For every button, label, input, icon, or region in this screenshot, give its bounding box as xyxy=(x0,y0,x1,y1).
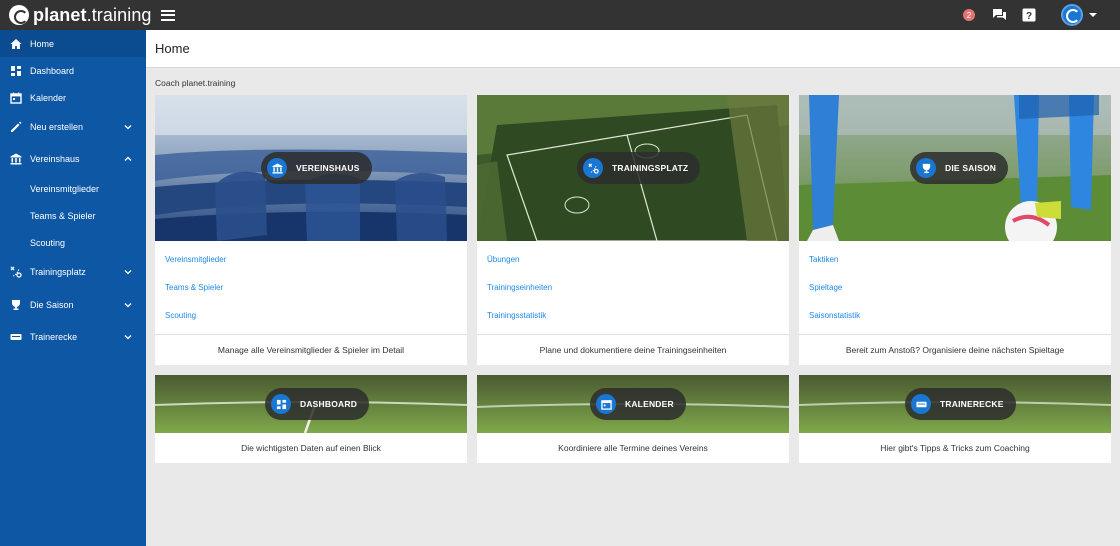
sidebar-item-label: Vereinshaus xyxy=(30,154,80,164)
card-title: TRAINERECKE xyxy=(940,399,1004,409)
brand[interactable]: planet.training xyxy=(9,5,152,26)
sidebar-item-label: Teams & Spieler xyxy=(30,210,96,221)
card-description: Die wichtigsten Daten auf einen Blick xyxy=(241,443,381,453)
help-icon[interactable]: ? xyxy=(1021,7,1037,23)
link-scouting[interactable]: Scouting xyxy=(165,311,196,320)
card-description: Plane und dokumentiere deine Trainingsei… xyxy=(477,334,789,365)
card-trainingsplatz: TRAININGSPLATZ Übungen Trainingseinheite… xyxy=(477,95,789,365)
card-description: Bereit zum Anstoß? Organisiere deine näc… xyxy=(799,334,1111,365)
sidebar-item-label: Scouting xyxy=(30,237,66,248)
dashboard-icon xyxy=(10,65,22,77)
dashboard-icon xyxy=(271,394,291,414)
trophy-icon xyxy=(10,299,22,311)
sidebar-item-dashboard[interactable]: Dashboard xyxy=(0,57,146,84)
sidebar-subitem-scouting[interactable]: Scouting xyxy=(0,229,146,256)
sidebar-item-vereinshaus[interactable]: Vereinshaus xyxy=(0,143,146,175)
page-header: Home xyxy=(146,30,1120,68)
chevron-down-icon xyxy=(124,335,132,340)
menu-toggle-icon[interactable] xyxy=(160,9,175,21)
chevron-down-icon xyxy=(124,302,132,307)
link-uebungen[interactable]: Übungen xyxy=(487,255,519,264)
card-kalender: KALENDER Koordiniere alle Termine deines… xyxy=(477,375,789,463)
sidebar-item-label: Trainingsplatz xyxy=(30,267,86,277)
dashboard-button[interactable]: DASHBOARD xyxy=(265,388,370,420)
link-saisonstatistik[interactable]: Saisonstatistik xyxy=(809,311,860,320)
link-taktiken[interactable]: Taktiken xyxy=(809,255,838,264)
page-title: Home xyxy=(155,41,190,56)
sidebar-item-label: Vereinsmitglieder xyxy=(30,183,100,194)
card-description: Koordiniere alle Termine deines Vereins xyxy=(558,443,708,453)
card-description: Manage alle Vereinsmitglieder & Spieler … xyxy=(155,334,467,365)
pencil-icon xyxy=(10,121,22,133)
card-title: DIE SAISON xyxy=(945,163,997,173)
brand-name: planet.training xyxy=(33,4,152,25)
card-title: TRAININGSPLATZ xyxy=(612,163,689,173)
sidebar-subitem-vereinsmitglieder[interactable]: Vereinsmitglieder xyxy=(0,175,146,202)
sidebar: Home Dashboard Kalender Neu erstellen Ve… xyxy=(0,30,146,546)
chevron-down-icon xyxy=(124,125,132,130)
card-title: KALENDER xyxy=(625,399,674,409)
link-trainingseinheiten[interactable]: Trainingseinheiten xyxy=(487,283,552,292)
sidebar-item-die-saison[interactable]: Die Saison xyxy=(0,288,146,321)
tactics-icon xyxy=(583,158,603,178)
sidebar-subitem-teams-spieler[interactable]: Teams & Spieler xyxy=(0,202,146,229)
trophy-icon xyxy=(916,158,936,178)
notification-badge[interactable]: 2 xyxy=(963,9,975,21)
chevron-up-icon xyxy=(124,156,132,161)
kalender-button[interactable]: KALENDER xyxy=(590,388,686,420)
planet-training-logo xyxy=(9,5,29,25)
sidebar-item-kalender[interactable]: Kalender xyxy=(0,84,146,111)
card-title: VEREINSHAUS xyxy=(296,163,360,173)
die-saison-button[interactable]: DIE SAISON xyxy=(910,152,1009,184)
link-vereinsmitglieder[interactable]: Vereinsmitglieder xyxy=(165,255,226,264)
sidebar-item-label: Dashboard xyxy=(30,65,75,76)
chat-icon[interactable] xyxy=(991,7,1007,23)
calendar-icon xyxy=(596,394,616,414)
home-icon xyxy=(10,38,22,50)
vereinshaus-button[interactable]: VEREINSHAUS xyxy=(261,152,372,184)
trainingsplatz-button[interactable]: TRAININGSPLATZ xyxy=(577,152,701,184)
link-teams-spieler[interactable]: Teams & Spieler xyxy=(165,283,223,292)
user-menu-caret-icon[interactable] xyxy=(1089,13,1097,17)
link-trainingsstatistik[interactable]: Trainingsstatistik xyxy=(487,311,546,320)
sidebar-item-neu-erstellen[interactable]: Neu erstellen xyxy=(0,111,146,143)
card-trainerecke: TRAINERECKE Hier gibt's Tipps & Tricks z… xyxy=(799,375,1111,463)
card-title: DASHBOARD xyxy=(300,399,358,409)
whistle-icon xyxy=(911,394,931,414)
bank-icon xyxy=(10,153,22,165)
sidebar-item-label: Neu erstellen xyxy=(30,122,84,132)
coach-label: Coach planet.training xyxy=(155,78,236,88)
sidebar-item-label: Trainerecke xyxy=(30,332,78,342)
tactics-icon xyxy=(10,266,22,278)
top-bar: planet.training 2 ? xyxy=(0,0,1120,30)
chevron-down-icon xyxy=(124,270,132,275)
calendar-icon xyxy=(10,92,22,104)
sidebar-item-label: Home xyxy=(30,38,55,49)
card-vereinshaus: VEREINSHAUS Vereinsmitglieder Teams & Sp… xyxy=(155,95,467,365)
bank-icon xyxy=(267,158,287,178)
svg-text:?: ? xyxy=(1026,11,1032,22)
trainerecke-button[interactable]: TRAINERECKE xyxy=(905,388,1016,420)
sidebar-item-label: Kalender xyxy=(30,92,67,103)
card-dashboard: DASHBOARD Die wichtigsten Daten auf eine… xyxy=(155,375,467,463)
sidebar-item-trainingsplatz[interactable]: Trainingsplatz xyxy=(0,256,146,288)
card-description: Hier gibt's Tipps & Tricks zum Coaching xyxy=(880,443,1030,453)
whistle-icon xyxy=(10,331,22,343)
card-die-saison: DIE SAISON Taktiken Spieltage Saisonstat… xyxy=(799,95,1111,365)
sidebar-item-home[interactable]: Home xyxy=(0,30,146,57)
sidebar-item-trainerecke[interactable]: Trainerecke xyxy=(0,321,146,353)
user-avatar[interactable] xyxy=(1061,4,1083,26)
sidebar-item-label: Die Saison xyxy=(30,299,74,310)
link-spieltage[interactable]: Spieltage xyxy=(809,283,842,292)
